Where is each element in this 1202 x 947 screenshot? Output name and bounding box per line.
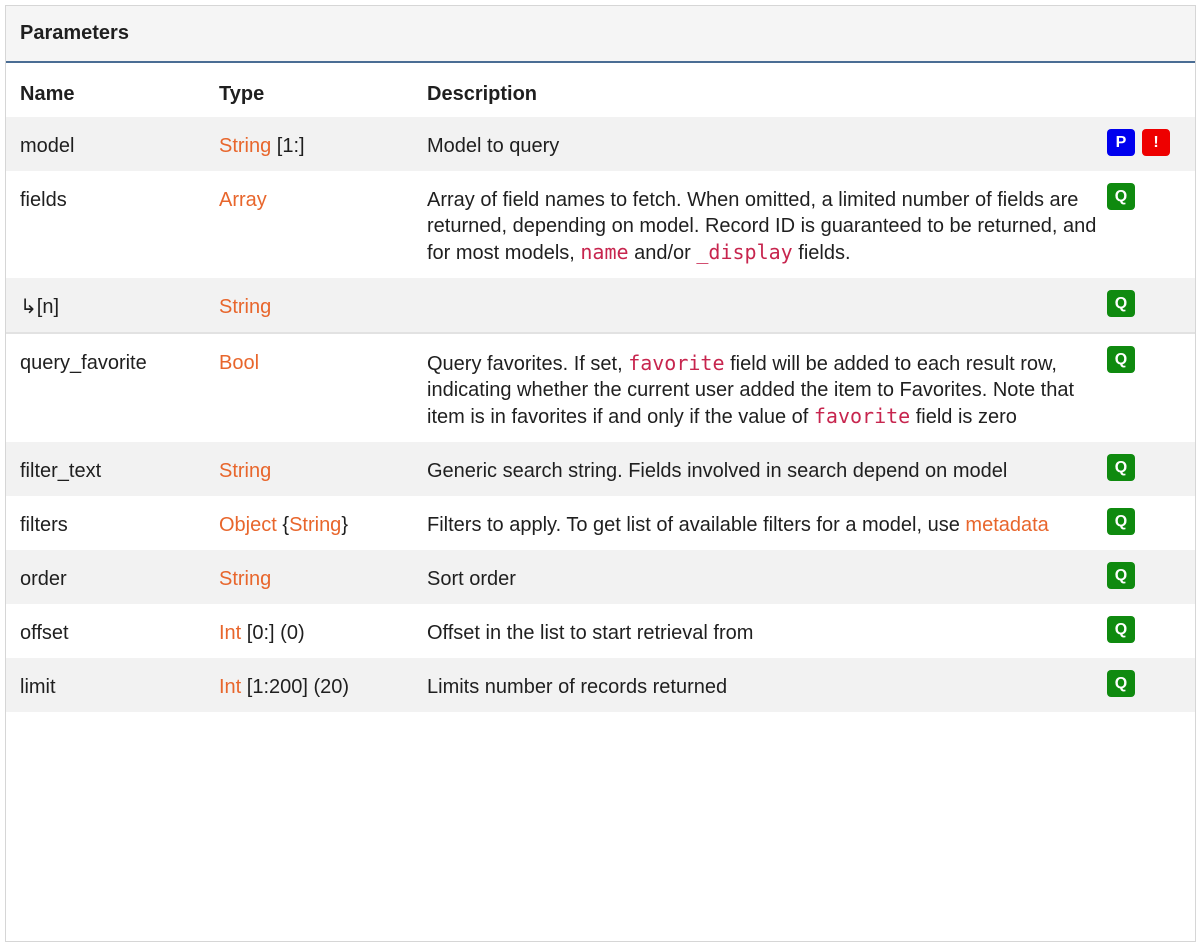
param-description: Generic search string. Fields involved i…: [413, 442, 1107, 496]
param-name: fields: [20, 189, 67, 211]
column-header-name: Name: [20, 83, 75, 105]
type-link[interactable]: String: [219, 568, 271, 590]
description-text: field is zero: [910, 406, 1017, 428]
param-name: order: [6, 550, 205, 604]
parameters-table: Name Type Description model String [1:] …: [6, 63, 1195, 712]
param-flags: Q: [1107, 332, 1195, 442]
type-link[interactable]: String: [219, 135, 271, 157]
type-range: [1:200] (20): [241, 676, 350, 698]
param-description: Filters to apply. To get list of availab…: [413, 496, 1107, 550]
code-favorite: favorite: [813, 404, 911, 428]
param-description: Sort order: [413, 550, 1107, 604]
type-link[interactable]: Int: [219, 676, 241, 698]
param-name: ↳[n]: [6, 278, 205, 333]
description-text: Model to query: [427, 135, 560, 157]
param-description: Limits number of records returned: [413, 658, 1107, 712]
param-name: filters: [20, 514, 68, 536]
table-row: model String [1:] Model to query P!: [6, 117, 1195, 171]
param-flags: Q: [1107, 496, 1195, 550]
type-link[interactable]: String: [219, 460, 271, 482]
param-flags: Q: [1107, 658, 1195, 712]
description-text: Generic search string. Fields involved i…: [427, 460, 1008, 482]
param-flags: P!: [1107, 117, 1195, 171]
param-flags: Q: [1107, 604, 1195, 658]
column-header-type: Type: [219, 83, 265, 105]
type-range: [0:] (0): [241, 622, 305, 644]
code-display: _display: [696, 240, 793, 264]
table-row: fields Array Array of field names to fet…: [6, 171, 1195, 278]
code-favorite: favorite: [628, 351, 725, 375]
param-type: String: [205, 442, 413, 496]
description-text: fields.: [792, 242, 851, 264]
badge-query: Q: [1107, 454, 1135, 481]
table-header-row: Name Type Description: [6, 63, 1195, 117]
description-text: Limits number of records returned: [427, 676, 728, 698]
table-row: filters Object {String} Filters to apply…: [6, 496, 1195, 550]
param-type: Object {String}: [205, 496, 413, 550]
type-link[interactable]: String: [289, 514, 341, 536]
badge-required: !: [1142, 129, 1170, 156]
badge-query: Q: [1107, 616, 1135, 643]
column-header-flags: [1107, 63, 1195, 117]
table-row: offset Int [0:] (0) Offset in the list t…: [6, 604, 1195, 658]
param-type: String [1:]: [205, 117, 413, 171]
param-description: Model to query: [413, 117, 1107, 171]
table-row: filter_text String Generic search string…: [6, 442, 1195, 496]
column-header-description: Description: [427, 83, 538, 105]
param-description: Query favorites. If set, favorite field …: [413, 332, 1107, 442]
badge-query: Q: [1107, 508, 1135, 535]
param-type: Int [0:] (0): [205, 604, 413, 658]
type-link[interactable]: Object: [219, 514, 277, 536]
table-row: ↳[n] String Q: [6, 278, 1195, 333]
param-name: limit: [6, 658, 205, 712]
table-row: order String Sort order Q: [6, 550, 1195, 604]
type-link[interactable]: String: [219, 296, 271, 318]
badge-query: Q: [1107, 346, 1135, 373]
description-text: Filters to apply. To get list of availab…: [427, 514, 966, 536]
param-type: Array: [205, 171, 413, 278]
table-row: limit Int [1:200] (20) Limits number of …: [6, 658, 1195, 712]
param-type: String: [205, 550, 413, 604]
badge-query: Q: [1107, 562, 1135, 589]
param-name: model: [6, 117, 205, 171]
type-brace: {: [276, 514, 290, 536]
param-description: Offset in the list to start retrieval fr…: [413, 604, 1107, 658]
type-brace: }: [341, 514, 348, 536]
param-type: Bool: [205, 332, 413, 442]
param-name: filter_text: [6, 442, 205, 496]
param-flags: Q: [1107, 278, 1195, 333]
param-name: offset: [20, 622, 69, 644]
description-text: Offset in the list to start retrieval fr…: [427, 622, 754, 644]
param-flags: Q: [1107, 442, 1195, 496]
description-text: Sort order: [427, 568, 516, 590]
badge-path: P: [1107, 129, 1135, 156]
description-text: and/or: [628, 242, 697, 264]
type-link[interactable]: Array: [219, 189, 267, 211]
panel-title: Parameters: [6, 6, 1195, 63]
type-link[interactable]: Int: [219, 622, 241, 644]
badge-query: Q: [1107, 670, 1135, 697]
param-type: String: [205, 278, 413, 333]
metadata-link[interactable]: metadata: [965, 514, 1048, 536]
param-description: [413, 278, 1107, 333]
description-text: Query favorites. If set,: [427, 353, 629, 375]
type-range: [1:]: [271, 135, 305, 157]
badge-query: Q: [1107, 290, 1135, 317]
badge-query: Q: [1107, 183, 1135, 210]
param-flags: Q: [1107, 550, 1195, 604]
param-flags: Q: [1107, 171, 1195, 278]
parameters-panel: Parameters Name Type Description model S…: [5, 5, 1196, 942]
param-description: Array of field names to fetch. When omit…: [413, 171, 1107, 278]
code-name: name: [580, 240, 629, 264]
table-row: query_favorite Bool Query favorites. If …: [6, 332, 1195, 442]
type-link[interactable]: Bool: [219, 352, 259, 374]
param-type: Int [1:200] (20): [205, 658, 413, 712]
param-name: query_favorite: [6, 332, 205, 442]
